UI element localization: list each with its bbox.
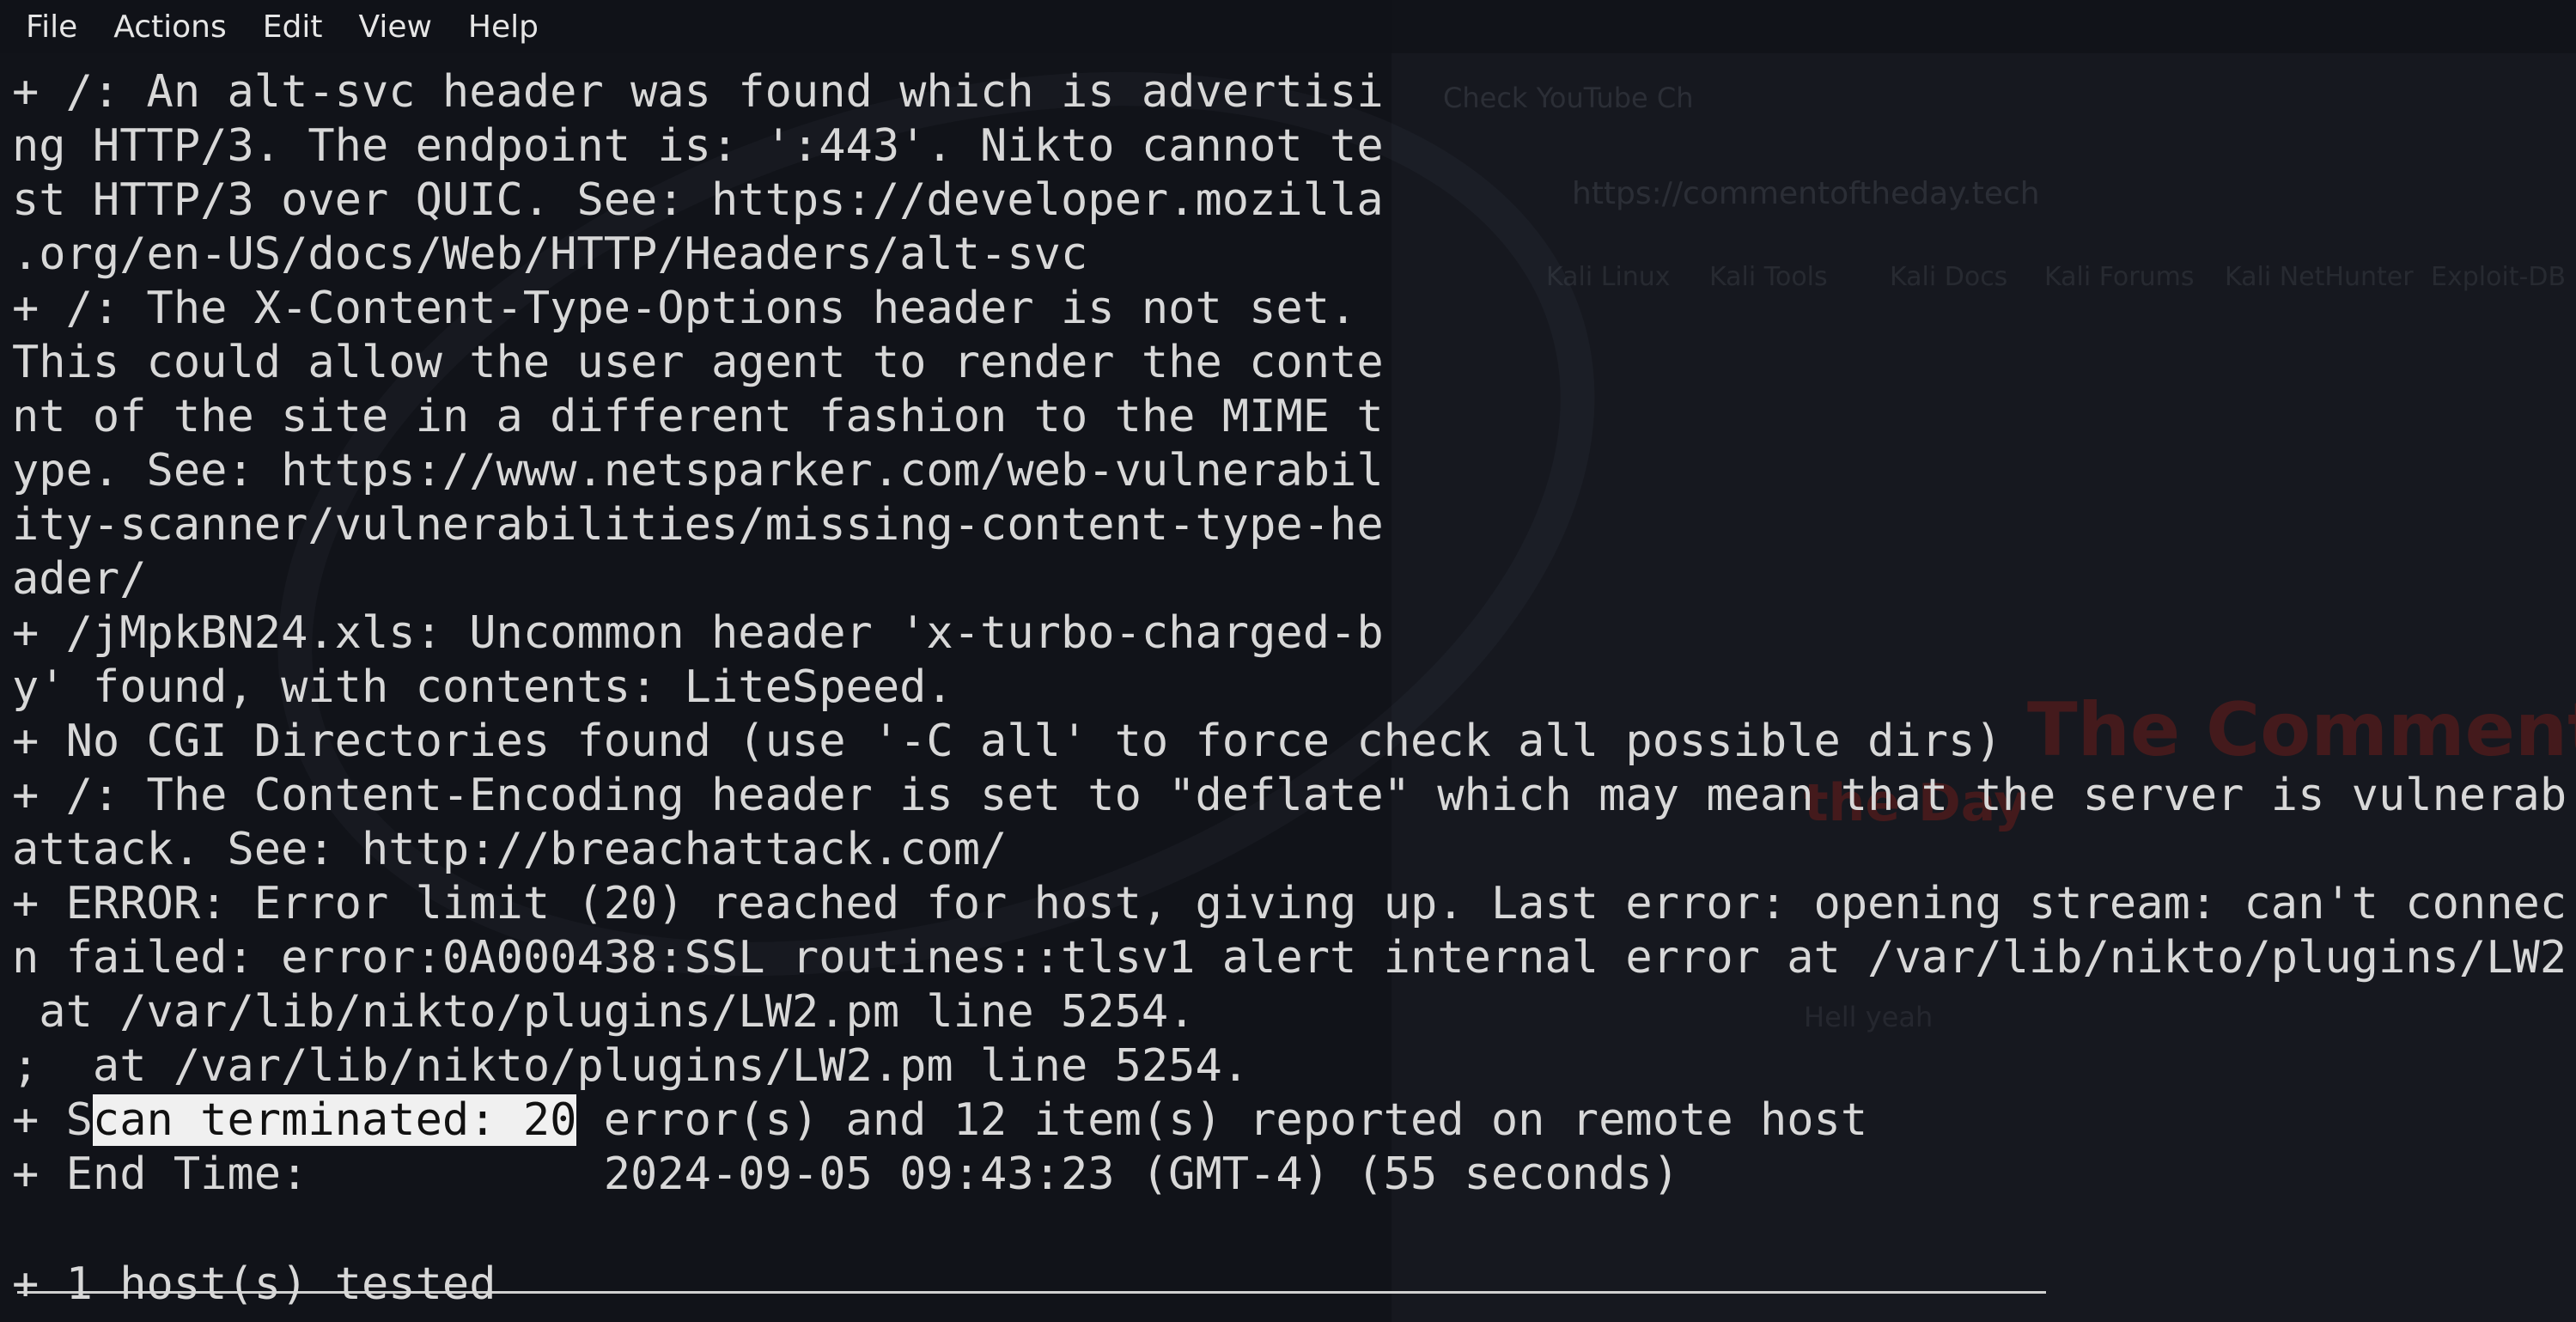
desktop-screen: Check YouTube Ch https://commentoftheday…: [0, 0, 2576, 1322]
end-time-line: + End Time: 2024-09-05 09:43:23 (GMT-4) …: [12, 1148, 1680, 1200]
terminal-line: y' found, with contents: LiteSpeed.: [12, 661, 953, 713]
menu-help[interactable]: Help: [468, 9, 539, 45]
menu-edit[interactable]: Edit: [263, 9, 323, 45]
terminal-line: + /: An alt-svc header was found which i…: [12, 66, 1384, 118]
terminal-line: st HTTP/3 over QUIC. See: https://develo…: [12, 174, 1384, 226]
selected-text-highlight[interactable]: can terminated: 20: [92, 1094, 577, 1146]
scan-line-prefix: + S: [12, 1094, 93, 1146]
hosts-tested-line: + 1 host(s) tested: [12, 1258, 496, 1310]
terminal-line: + /jMpkBN24.xls: Uncommon header 'x-turb…: [12, 607, 1384, 659]
terminal-line: ng HTTP/3. The endpoint is: ':443'. Nikt…: [12, 120, 1384, 172]
terminal-line: n failed: error:0A000438:SSL routines::t…: [12, 932, 2567, 984]
terminal-line: ader/: [12, 553, 147, 605]
menu-view[interactable]: View: [358, 9, 431, 45]
terminal-menu-bar: File Actions Edit View Help: [0, 0, 2576, 53]
menu-file[interactable]: File: [26, 9, 77, 45]
terminal-line: + No CGI Directories found (use '-C all'…: [12, 716, 2002, 767]
terminal-line: ity-scanner/vulnerabilities/missing-cont…: [12, 499, 1384, 551]
terminal-line: This could allow the user agent to rende…: [12, 337, 1384, 388]
terminal-line: attack. See: http://breachattack.com/: [12, 824, 1008, 875]
terminal-line: nt of the site in a different fashion to…: [12, 391, 1384, 442]
scan-line-suffix: error(s) and 12 item(s) reported on remo…: [576, 1094, 1868, 1146]
terminal-output[interactable]: + /: An alt-svc header was found which i…: [0, 62, 2576, 1322]
terminal-line: ype. See: https://www.netsparker.com/web…: [12, 445, 1384, 497]
terminal-line: ; at /var/lib/nikto/plugins/LW2.pm line …: [12, 1040, 1250, 1092]
terminal-line: at /var/lib/nikto/plugins/LW2.pm line 52…: [12, 986, 1196, 1038]
scan-terminated-line: + Scan terminated: 20 error(s) and 12 it…: [12, 1094, 1867, 1148]
terminal-line: + /: The Content-Encoding header is set …: [12, 770, 2567, 821]
terminal-line: + ERROR: Error limit (20) reached for ho…: [12, 878, 2567, 929]
terminal-line: .org/en-US/docs/Web/HTTP/Headers/alt-svc: [12, 228, 1088, 280]
terminal-line: + /: The X-Content-Type-Options header i…: [12, 283, 1357, 334]
menu-actions[interactable]: Actions: [113, 9, 227, 45]
